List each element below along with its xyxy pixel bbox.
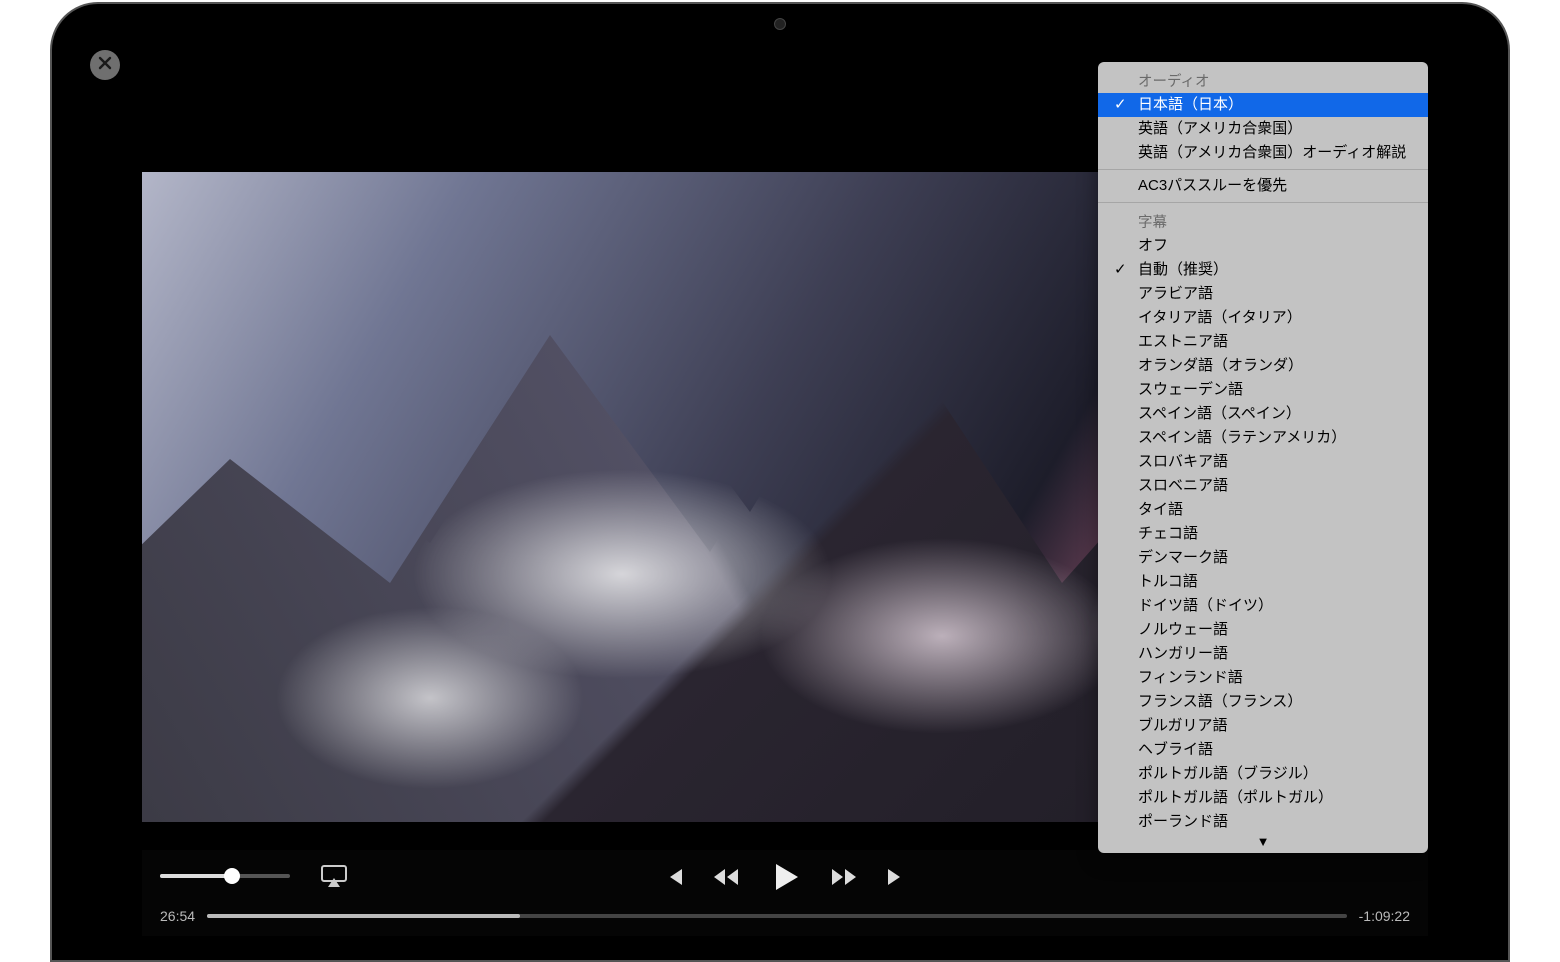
skip-forward-icon: [886, 866, 908, 893]
subtitle-item[interactable]: ブルガリア語: [1098, 714, 1428, 738]
play-button[interactable]: [768, 860, 802, 899]
more-indicator[interactable]: ▼: [1098, 834, 1428, 851]
remaining-time: -1:09:22: [1359, 908, 1410, 924]
subtitle-item[interactable]: フランス語（フランス）: [1098, 690, 1428, 714]
subtitle-item[interactable]: ハンガリー語: [1098, 642, 1428, 666]
subtitle-item[interactable]: スペイン語（スペイン）: [1098, 402, 1428, 426]
audio-item[interactable]: 日本語（日本）: [1098, 93, 1428, 117]
subtitle-item[interactable]: デンマーク語: [1098, 546, 1428, 570]
subtitle-item[interactable]: ポルトガル語（ポルトガル）: [1098, 786, 1428, 810]
progress-fill: [207, 914, 520, 918]
progress-bar[interactable]: [207, 914, 1347, 918]
fast-forward-icon: [830, 867, 858, 892]
volume-knob[interactable]: [224, 868, 240, 884]
play-icon: [768, 860, 802, 899]
subtitle-item[interactable]: ヘブライ語: [1098, 738, 1428, 762]
audio-subtitle-menu: オーディオ 日本語（日本）英語（アメリカ合衆国）英語（アメリカ合衆国）オーディオ…: [1098, 62, 1428, 853]
ac3-passthrough-item[interactable]: AC3パススルーを優先: [1098, 174, 1428, 198]
subtitle-item[interactable]: スロバキア語: [1098, 450, 1428, 474]
subtitle-item[interactable]: ドイツ語（ドイツ）: [1098, 594, 1428, 618]
audio-item[interactable]: 英語（アメリカ合衆国）: [1098, 117, 1428, 141]
subtitle-item[interactable]: 自動（推奨）: [1098, 258, 1428, 282]
menu-separator: [1098, 169, 1428, 170]
subtitle-item[interactable]: イタリア語（イタリア）: [1098, 306, 1428, 330]
prev-track-button[interactable]: [662, 866, 684, 893]
playback-controls: 26:54 -1:09:22: [142, 850, 1428, 936]
volume-slider[interactable]: [160, 874, 290, 878]
subtitle-header: 字幕: [1098, 207, 1428, 234]
subtitle-item[interactable]: ポーランド語: [1098, 810, 1428, 834]
subtitle-item[interactable]: スロベニア語: [1098, 474, 1428, 498]
volume-fill: [160, 874, 232, 878]
subtitle-item[interactable]: ノルウェー語: [1098, 618, 1428, 642]
close-button[interactable]: [90, 50, 120, 80]
audio-header: オーディオ: [1098, 66, 1428, 93]
subtitle-item[interactable]: オフ: [1098, 234, 1428, 258]
subtitle-item[interactable]: スウェーデン語: [1098, 378, 1428, 402]
subtitle-item[interactable]: フィンランド語: [1098, 666, 1428, 690]
airplay-button[interactable]: [320, 864, 348, 888]
subtitle-item[interactable]: トルコ語: [1098, 570, 1428, 594]
subtitle-item[interactable]: ポルトガル語（ブラジル）: [1098, 762, 1428, 786]
subtitle-item[interactable]: スペイン語（ラテンアメリカ）: [1098, 426, 1428, 450]
subtitle-item[interactable]: チェコ語: [1098, 522, 1428, 546]
player-screen: 26:54 -1:09:22 オーディオ 日本語（日本）英語（アメリカ合衆国）英…: [72, 32, 1488, 960]
subtitle-item[interactable]: エストニア語: [1098, 330, 1428, 354]
subtitle-item[interactable]: オランダ語（オランダ）: [1098, 354, 1428, 378]
rewind-icon: [712, 867, 740, 892]
airplay-icon: [320, 875, 348, 892]
skip-back-icon: [662, 866, 684, 893]
next-track-button[interactable]: [886, 866, 908, 893]
laptop-frame: 26:54 -1:09:22 オーディオ 日本語（日本）英語（アメリカ合衆国）英…: [50, 2, 1510, 962]
elapsed-time: 26:54: [160, 908, 195, 924]
audio-item[interactable]: 英語（アメリカ合衆国）オーディオ解説: [1098, 141, 1428, 165]
menu-separator: [1098, 202, 1428, 203]
fast-forward-button[interactable]: [830, 867, 858, 892]
rewind-button[interactable]: [712, 867, 740, 892]
subtitle-item[interactable]: タイ語: [1098, 498, 1428, 522]
camera-dot: [774, 18, 786, 30]
close-icon: [98, 56, 112, 75]
transport-controls: [662, 860, 908, 899]
subtitle-item[interactable]: アラビア語: [1098, 282, 1428, 306]
